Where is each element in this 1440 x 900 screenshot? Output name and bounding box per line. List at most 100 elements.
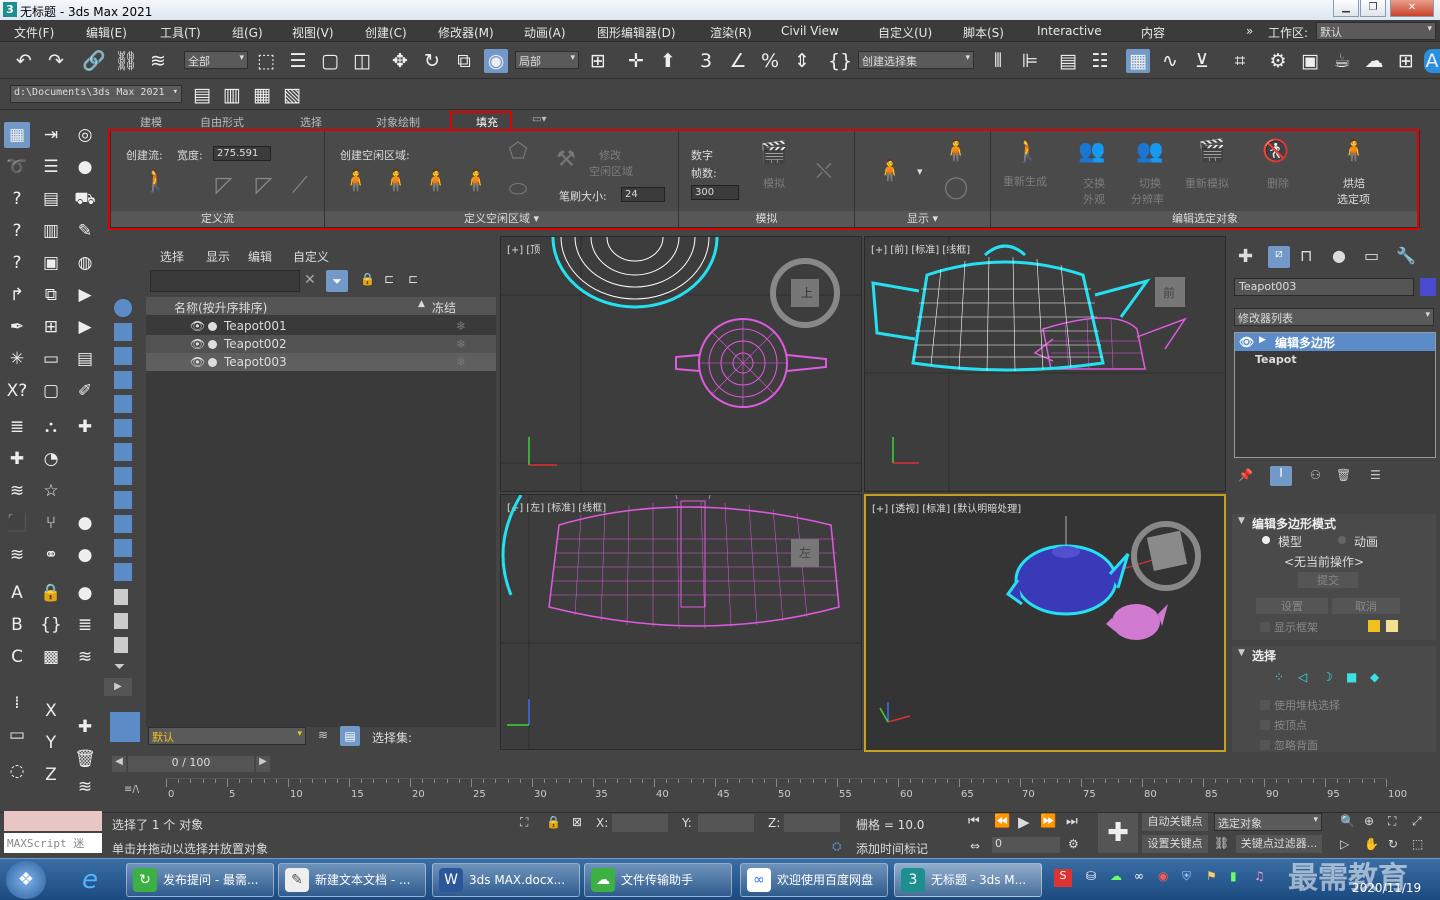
redo-icon[interactable]: ↷ xyxy=(44,49,68,73)
key-filters-button[interactable]: 关键点过滤器... xyxy=(1236,835,1322,853)
render-obj-icon[interactable]: ▶ xyxy=(72,282,98,308)
add-layer-icon[interactable]: ✚ xyxy=(4,446,30,472)
display-panel-icon[interactable]: ▭ xyxy=(1364,246,1379,265)
pen-icon[interactable]: ✒ xyxy=(4,314,30,340)
lasso-icon[interactable]: ➰ xyxy=(4,154,30,180)
query-icon[interactable]: ? xyxy=(4,186,30,212)
select-box-icon[interactable]: ⬛ xyxy=(4,510,30,536)
zoom-extents-all-icon[interactable]: ⤢ xyxy=(1412,814,1422,829)
project-save-icon[interactable]: ▦ xyxy=(250,83,274,107)
orbit-view-icon[interactable]: ↻ xyxy=(1388,837,1398,851)
ignore-back-checkbox[interactable] xyxy=(1260,740,1270,750)
element-mode-icon[interactable]: ◆ xyxy=(1370,670,1379,684)
film-icon[interactable]: ▤ xyxy=(72,346,98,372)
list-icon[interactable]: ☰ xyxy=(38,154,64,180)
pivot-icon[interactable]: ⊞ xyxy=(586,49,610,73)
fov-icon[interactable]: ▷ xyxy=(1340,837,1349,851)
filter-frozen-icon[interactable] xyxy=(114,539,132,557)
absolute-mode-icon[interactable]: ⊠ xyxy=(572,815,582,829)
autodesk-account-icon[interactable]: A xyxy=(1424,49,1440,73)
dope-sheet-icon[interactable]: ⊻ xyxy=(1190,49,1214,73)
selection-lock-icon[interactable]: 🔒 xyxy=(546,815,561,829)
z-coordinate-field[interactable] xyxy=(784,814,840,832)
ie-browser-icon[interactable]: e xyxy=(70,863,110,897)
snapshot-icon[interactable]: ◎ xyxy=(72,122,98,148)
filter-hidden-icon[interactable] xyxy=(114,563,132,581)
pan-icon[interactable]: ✋ xyxy=(1364,837,1379,851)
maximize-button[interactable]: ❐ xyxy=(1360,0,1386,17)
filter-groups-icon[interactable] xyxy=(114,443,132,461)
tray-security-icon[interactable]: ◉ xyxy=(1158,869,1168,883)
show-cage-checkbox[interactable] xyxy=(1260,622,1270,632)
layer-explorer-icon[interactable]: ▤ xyxy=(340,726,360,746)
circle-2-icon[interactable]: ● xyxy=(72,542,98,568)
auto-key-button[interactable]: 自动关键点 xyxy=(1142,813,1208,831)
tab-selection[interactable]: 选择 xyxy=(300,114,322,130)
trash-icon[interactable]: 🗑 xyxy=(72,746,98,772)
axis-y-icon[interactable]: Y xyxy=(38,730,64,756)
rect-region-icon[interactable]: ▢ xyxy=(318,49,342,73)
keyboard-shortcut-icon[interactable]: ⬆ xyxy=(656,49,680,73)
link-icon[interactable]: 🔗 xyxy=(82,49,106,73)
transform-tool-icon[interactable]: ⇥ xyxy=(38,122,64,148)
zoom-extents-icon[interactable]: ⛶ xyxy=(1388,814,1396,829)
render-frame-icon[interactable]: ▣ xyxy=(1298,49,1322,73)
tray-shield-icon[interactable]: ⛨ xyxy=(1182,869,1191,884)
tray-network-icon[interactable]: ⛁ xyxy=(1086,869,1096,883)
expand-panel-icon[interactable]: ▶ xyxy=(104,678,132,696)
snap-3d-icon[interactable]: 3 xyxy=(694,49,718,73)
explorer-tab-edit[interactable]: 编辑 xyxy=(248,248,272,265)
hierarchy-icon[interactable]: ⊏ xyxy=(384,272,394,286)
menu-animation[interactable]: 动画(A) xyxy=(524,24,566,41)
text-b-icon[interactable]: B xyxy=(4,612,30,638)
mesh-icon[interactable]: ⛬ xyxy=(38,414,64,440)
window-crossing-icon[interactable]: ◫ xyxy=(350,49,374,73)
viewport-layout-icon[interactable] xyxy=(110,712,140,742)
menu-render[interactable]: 渲染(R) xyxy=(710,24,752,41)
viewport-top[interactable]: [+] [顶 上 xyxy=(500,236,862,492)
select-by-name-icon[interactable]: ☰ xyxy=(286,49,310,73)
layers2-icon[interactable]: ≋ xyxy=(4,542,30,568)
axis-z-icon[interactable]: Z xyxy=(38,762,64,788)
grid-icon[interactable]: ⊞ xyxy=(38,314,64,340)
align-icon[interactable]: ⊫ xyxy=(1018,49,1042,73)
text-a-icon[interactable]: A xyxy=(4,580,30,606)
stack-icon[interactable]: ▥ xyxy=(38,218,64,244)
scale-icon[interactable]: ⧉ xyxy=(452,49,476,73)
nodes-icon[interactable]: ⚭ xyxy=(38,542,64,568)
radio-model[interactable] xyxy=(1262,536,1270,544)
dots-icon[interactable]: ⁞ xyxy=(4,690,30,716)
branch-icon[interactable]: ⑂ xyxy=(38,510,64,536)
border-mode-icon[interactable]: ☽ xyxy=(1322,670,1333,684)
filter-invert-icon[interactable] xyxy=(114,637,128,653)
explorer-search-input[interactable] xyxy=(150,270,300,292)
zoom-icon[interactable]: 🔍 xyxy=(1340,814,1355,828)
visibility-eye-icon[interactable]: 👁 xyxy=(190,355,205,369)
taskbar-item-4[interactable]: ☁ 文件传输助手 xyxy=(584,863,732,897)
y-coordinate-field[interactable] xyxy=(698,814,754,832)
circle-1-icon[interactable]: ● xyxy=(72,510,98,536)
clock-date[interactable]: 2020/11/19 xyxy=(1352,881,1421,895)
stack-item-base[interactable]: Teapot xyxy=(1255,353,1297,366)
next-frame-icon[interactable]: ⏩ xyxy=(1040,814,1056,829)
rotate-icon[interactable]: ↻ xyxy=(420,49,444,73)
previous-frame-icon[interactable]: ⏪ xyxy=(994,814,1010,829)
tab-modeling[interactable]: 建模 xyxy=(140,114,162,130)
by-vertex-checkbox[interactable] xyxy=(1260,720,1270,730)
tab-object-paint[interactable]: 对象绘制 xyxy=(376,114,420,130)
rollout-collapse-icon[interactable]: ▼ xyxy=(1238,648,1245,658)
ref-coord-dropdown[interactable]: 局部 xyxy=(515,51,579,69)
edge-mode-icon[interactable]: ◁ xyxy=(1298,670,1307,684)
move-icon[interactable]: ✥ xyxy=(388,49,412,73)
taskbar-item-2[interactable]: ✎ 新建文本文档 - ... xyxy=(278,863,426,897)
time-config-arrow-icon[interactable]: ⇔ xyxy=(970,839,980,853)
circle-3-icon[interactable]: ● xyxy=(72,580,98,606)
visibility-eye-icon[interactable]: 👁 xyxy=(190,319,205,333)
go-to-start-icon[interactable]: ⏮ xyxy=(968,814,980,829)
project-settings-icon[interactable]: ▧ xyxy=(280,83,304,107)
set-key-big-icon[interactable]: ✚ xyxy=(1098,813,1138,853)
pin-stack-icon[interactable]: 📌 xyxy=(1238,468,1253,482)
render-iterative-icon[interactable]: ☁ xyxy=(1362,49,1386,73)
place-icon[interactable]: ◉ xyxy=(484,49,508,73)
mirror-icon[interactable]: ⫴ xyxy=(986,49,1010,73)
